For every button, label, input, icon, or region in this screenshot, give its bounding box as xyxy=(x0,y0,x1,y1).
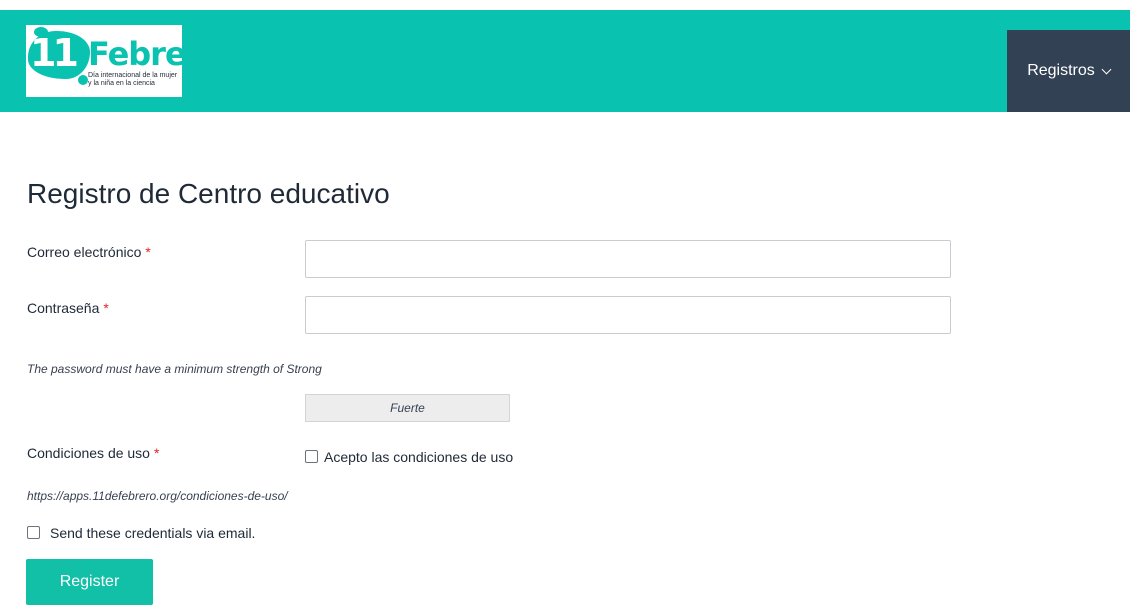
register-button[interactable]: Register xyxy=(26,559,153,605)
email-field[interactable] xyxy=(305,240,951,278)
password-label-text: Contraseña xyxy=(27,300,100,316)
registros-dropdown-label: Registros xyxy=(1027,62,1095,79)
logo-tagline: Día internacional de la mujer y la niña … xyxy=(88,72,178,87)
required-marker: * xyxy=(103,300,109,316)
required-marker: * xyxy=(153,445,160,461)
accept-terms-checkbox[interactable] xyxy=(305,450,318,463)
required-marker: * xyxy=(145,244,151,260)
page-title: Registro de Centro educativo xyxy=(27,178,390,209)
send-credentials-checkbox[interactable] xyxy=(27,526,40,539)
password-label: Contraseña * xyxy=(27,300,109,316)
send-credentials-label[interactable]: Send these credentials via email. xyxy=(50,525,255,541)
password-field[interactable] xyxy=(305,296,951,334)
site-logo[interactable]: 11 Febrero Día internacional de la mujer… xyxy=(26,25,182,97)
logo-word: Febrero xyxy=(88,35,182,73)
chevron-down-icon xyxy=(1101,64,1112,74)
terms-label: Condiciones de uso * xyxy=(27,445,159,461)
logo-splash-drop xyxy=(78,75,88,85)
password-strength-label: Fuerte xyxy=(390,401,425,415)
terms-url: https://apps.11defebrero.org/condiciones… xyxy=(27,489,288,503)
password-strength-meter: Fuerte xyxy=(305,394,510,422)
email-label: Correo electrónico * xyxy=(27,244,151,260)
registros-dropdown[interactable]: Registros xyxy=(1007,30,1130,112)
logo-number: 11 xyxy=(30,31,79,75)
site-header: 11 Febrero Día internacional de la mujer… xyxy=(0,10,1130,112)
email-label-text: Correo electrónico xyxy=(27,244,142,260)
accept-terms-label[interactable]: Acepto las condiciones de uso xyxy=(324,449,513,465)
terms-label-text: Condiciones de uso xyxy=(27,445,150,461)
password-hint: The password must have a minimum strengt… xyxy=(27,362,322,376)
